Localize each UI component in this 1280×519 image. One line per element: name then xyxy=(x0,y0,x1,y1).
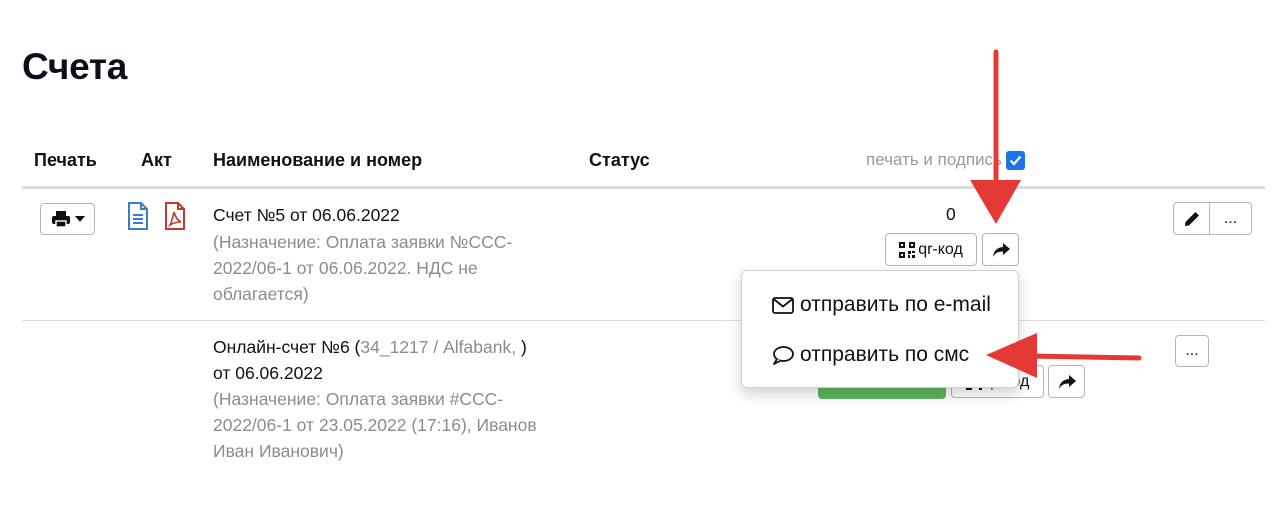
annotation-arrows xyxy=(970,49,1142,378)
row-divider xyxy=(22,320,1265,321)
header-status: Статус xyxy=(589,150,650,170)
share-arrow-icon xyxy=(992,242,1010,257)
header-divider xyxy=(22,186,1265,189)
print-sign-toggle[interactable]: печать и подпись xyxy=(866,150,1025,170)
online-invoice-title[interactable]: Онлайн-счет №6 (34_1217 / Alfabank, ) xyxy=(213,334,527,360)
invoice-title[interactable]: Счет №5 от 06.06.2022 xyxy=(213,202,400,228)
qr-code-label: qr-код xyxy=(918,240,963,258)
more-options-button[interactable]: ... xyxy=(1209,202,1252,235)
page-title: Счета xyxy=(22,46,128,87)
online-invoice-title-prefix: Онлайн-счет №6 ( xyxy=(213,337,361,357)
annotation-arrow-down-icon xyxy=(970,49,1021,224)
menu-item-send-email[interactable]: отправить по e-mail xyxy=(772,293,991,317)
share-button-2[interactable] xyxy=(1048,365,1085,398)
print-sign-checkbox[interactable] xyxy=(1005,150,1025,170)
more-options-button-2[interactable]: ... xyxy=(1175,335,1209,367)
edit-button[interactable] xyxy=(1173,202,1210,235)
caret-down-icon xyxy=(74,216,85,222)
print-dropdown-button[interactable] xyxy=(40,203,95,235)
pencil-icon xyxy=(1184,211,1200,227)
act-document-icon[interactable] xyxy=(127,202,149,235)
share-dropdown-menu: отправить по e-mail отправить по смс xyxy=(741,270,1019,388)
online-invoice-date: от 06.06.2022 xyxy=(213,363,323,383)
print-sign-label: печать и подпись xyxy=(866,150,1002,169)
menu-item-send-sms-label: отправить по смс xyxy=(800,343,970,366)
invoice-amount: 0 xyxy=(946,204,956,224)
printer-icon xyxy=(51,210,71,228)
header-name: Наименование и номер xyxy=(213,150,423,170)
header-print: Печать xyxy=(34,150,97,170)
invoice-description: (Назначение: Оплата заявки №CCC-2022/06-… xyxy=(213,232,513,304)
chat-bubble-icon xyxy=(772,345,794,365)
qr-code-button[interactable]: qr-код xyxy=(885,233,977,266)
share-button[interactable] xyxy=(982,233,1019,266)
online-invoice-description: (Назначение: Оплата заявки #CCC-2022/06-… xyxy=(213,389,537,461)
share-arrow-icon xyxy=(1058,374,1076,389)
envelope-icon xyxy=(772,296,794,314)
act-pdf-icon[interactable] xyxy=(164,202,186,235)
menu-item-send-email-label: отправить по e-mail xyxy=(800,293,991,316)
header-act: Акт xyxy=(141,150,172,170)
menu-item-send-sms[interactable]: отправить по смс xyxy=(772,343,969,367)
online-invoice-bank: 34_1217 / Alfabank, xyxy=(360,337,517,357)
online-invoice-title-suffix: ) xyxy=(516,337,527,357)
qr-code-icon xyxy=(899,241,916,258)
